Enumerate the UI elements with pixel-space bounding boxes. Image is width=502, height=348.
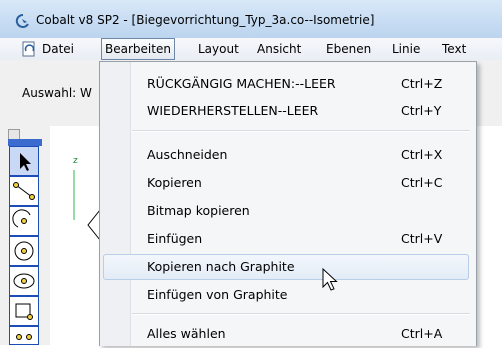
- mouse-pointer-icon: [322, 268, 338, 291]
- menu-separator: [132, 313, 470, 315]
- menu-item-label: WIEDERHERSTELLEN--LEER: [147, 103, 319, 118]
- axis-z-label: z: [73, 156, 78, 166]
- selection-label: Auswahl: W: [22, 86, 92, 100]
- menu-item-undo[interactable]: RÜCKGÄNGIG MACHEN:--LEER Ctrl+Z: [101, 71, 473, 97]
- menu-ebenen[interactable]: Ebenen: [326, 38, 371, 60]
- menu-item-select-all[interactable]: Alles wählen Ctrl+A: [101, 321, 473, 347]
- menu-linie[interactable]: Linie: [392, 38, 420, 60]
- line-icon: [13, 182, 35, 200]
- menu-layout[interactable]: Layout: [198, 38, 239, 60]
- ellipse-icon: [13, 273, 35, 289]
- menu-item-label: Einfügen von Graphite: [147, 287, 288, 302]
- menu-bar: [0, 38, 502, 61]
- arc-icon: [12, 209, 31, 228]
- menu-item-label: Kopieren: [147, 175, 202, 190]
- menu-item-shortcut: Ctrl+A: [401, 326, 443, 341]
- menu-item-cut[interactable]: Auschneiden Ctrl+X: [101, 142, 473, 168]
- menu-item-copy-to-graphite[interactable]: Kopieren nach Graphite: [103, 254, 469, 280]
- menu-item-shortcut: Ctrl+Z: [401, 76, 443, 91]
- window-title: Cobalt v8 SP2 - [Biegevorrichtung_Typ_3a…: [36, 13, 375, 27]
- menu-item-paste-from-graphite[interactable]: Einfügen von Graphite: [101, 282, 473, 308]
- menu-item-shortcut: Ctrl+Y: [401, 103, 442, 118]
- edit-menu-dropdown: RÜCKGÄNGIG MACHEN:--LEER Ctrl+Z WIEDERHE…: [99, 61, 477, 346]
- arc-tool-button[interactable]: [9, 206, 39, 236]
- menu-item-label: RÜCKGÄNGIG MACHEN:--LEER: [147, 76, 336, 91]
- document-menu-icon[interactable]: [21, 41, 37, 57]
- menu-item-shortcut: Ctrl+C: [401, 175, 443, 190]
- menu-item-label: Bitmap kopieren: [147, 203, 250, 218]
- menu-item-redo[interactable]: WIEDERHERSTELLEN--LEER Ctrl+Y: [101, 98, 473, 124]
- menu-item-copy-bitmap[interactable]: Bitmap kopieren: [101, 198, 473, 224]
- menu-item-label: Einfügen: [147, 231, 203, 246]
- menu-text[interactable]: Text: [442, 38, 466, 60]
- menu-item-shortcut: Ctrl+X: [401, 147, 443, 162]
- rectangle-icon: [15, 303, 33, 320]
- menu-item-label: Alles wählen: [147, 326, 226, 341]
- cobalt-app-icon[interactable]: [15, 14, 31, 28]
- menu-item-label: Auschneiden: [147, 147, 228, 162]
- palette-title-bar[interactable]: [8, 139, 42, 146]
- menu-item-paste[interactable]: Einfügen Ctrl+V: [101, 226, 473, 252]
- menu-item-copy[interactable]: Kopieren Ctrl+C: [101, 170, 473, 196]
- rectangle-tool-button[interactable]: [9, 296, 39, 326]
- select-tool-button[interactable]: [9, 146, 39, 176]
- menu-separator: [132, 130, 470, 132]
- menu-ansicht[interactable]: Ansicht: [257, 38, 301, 60]
- polygon-tool-button[interactable]: [9, 326, 39, 345]
- arrow-cursor-icon: [20, 153, 31, 171]
- ellipse-tool-button[interactable]: [9, 266, 39, 296]
- circle-icon: [14, 241, 34, 261]
- menu-bearbeiten[interactable]: Bearbeiten: [101, 38, 175, 60]
- menu-item-shortcut: Ctrl+V: [401, 231, 443, 246]
- menu-item-label: Kopieren nach Graphite: [147, 259, 295, 274]
- menu-datei[interactable]: Datei: [42, 38, 74, 60]
- circle-tool-button[interactable]: [9, 236, 39, 266]
- polygon-icon: [16, 334, 32, 340]
- line-tool-button[interactable]: [9, 176, 39, 206]
